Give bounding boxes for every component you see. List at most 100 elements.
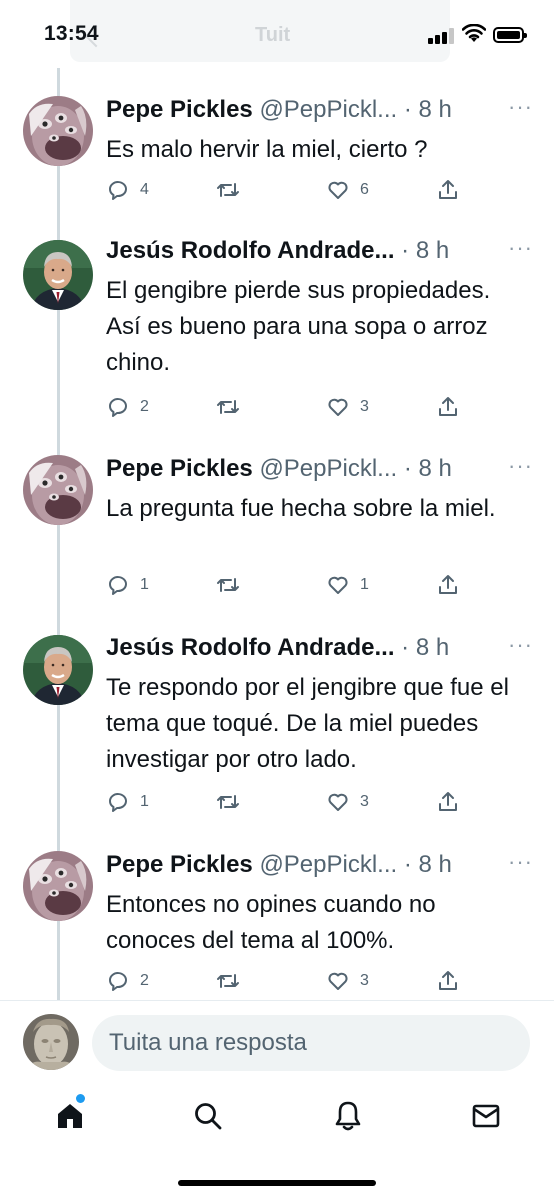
like-button[interactable]: 1 [326, 573, 369, 597]
more-icon[interactable]: ··· [508, 851, 533, 873]
reply-icon [109, 576, 127, 595]
share-icon [439, 575, 457, 594]
share-icon [439, 397, 457, 416]
tweet-actions: 1 1 [106, 573, 466, 599]
home-icon [58, 1104, 82, 1128]
share-icon [439, 180, 457, 199]
pepe-avatar[interactable] [23, 851, 93, 921]
handle: @PepPickl... [259, 851, 398, 878]
share-button[interactable] [436, 395, 460, 419]
like-count: 6 [360, 181, 369, 198]
retweet-icon [217, 183, 239, 197]
retweet-button[interactable] [216, 790, 240, 814]
bottom-tab-bar [0, 1086, 554, 1200]
display-name[interactable]: Jesús Rodolfo Andrade... [106, 237, 394, 264]
share-button[interactable] [436, 790, 460, 814]
handle: @PepPickl... [259, 455, 398, 482]
heart-icon [328, 793, 348, 811]
heart-icon [328, 576, 348, 594]
search-icon [195, 1103, 222, 1130]
reply-button[interactable]: 1 [106, 790, 149, 814]
reply-button[interactable]: 4 [106, 178, 149, 202]
tweet-text: Es malo hervir la miel, cierto ? [106, 136, 428, 163]
tab-home[interactable] [50, 1096, 90, 1136]
tweet-header: Jesús Rodolfo Andrade... · 8 h [106, 237, 526, 265]
tweet-text: Entonces no opines cuando no conoces del… [106, 891, 436, 954]
reply-count: 4 [140, 181, 149, 198]
home-indicator[interactable] [178, 1180, 376, 1186]
heart-icon [328, 972, 348, 990]
user-avatar[interactable] [23, 1014, 79, 1070]
more-icon[interactable]: ··· [508, 634, 533, 656]
display-name[interactable]: Pepe Pickles [106, 96, 253, 123]
timestamp[interactable]: · 8 h [404, 96, 452, 123]
tweet-header: Pepe Pickles @PepPickl... · 8 h [106, 96, 526, 124]
reply-count: 2 [140, 398, 149, 415]
retweet-icon [217, 578, 239, 592]
display-name[interactable]: Pepe Pickles [106, 455, 253, 482]
reply-icon [109, 398, 127, 417]
tweet-actions: 4 6 [106, 178, 466, 204]
share-button[interactable] [436, 969, 460, 993]
display-name[interactable]: Pepe Pickles [106, 851, 253, 878]
reply-button[interactable]: 2 [106, 395, 149, 419]
reply-count: 1 [140, 793, 149, 810]
retweet-button[interactable] [216, 395, 240, 419]
retweet-button[interactable] [216, 969, 240, 993]
like-button[interactable]: 3 [326, 395, 369, 419]
retweet-button[interactable] [216, 573, 240, 597]
tweet-actions: 2 3 [106, 969, 466, 995]
reply-count: 2 [140, 972, 149, 989]
clock: 13:54 [44, 22, 99, 45]
handle: @PepPickl... [259, 96, 398, 123]
pepe-avatar[interactable] [23, 96, 93, 166]
reply-count: 1 [140, 576, 149, 593]
new-content-indicator [76, 1094, 85, 1103]
reply-button[interactable]: 1 [106, 573, 149, 597]
tweet-text: Te respondo por el jengibre que fue el t… [106, 674, 509, 773]
retweet-icon [217, 795, 239, 809]
like-button[interactable]: 3 [326, 969, 369, 993]
header-title: Tuit [255, 24, 291, 46]
faded-header: Tuit [70, 0, 450, 62]
jesus-avatar[interactable] [23, 635, 93, 705]
share-button[interactable] [436, 573, 460, 597]
tab-notifications[interactable] [328, 1096, 368, 1136]
tab-search[interactable] [188, 1096, 228, 1136]
share-button[interactable] [436, 178, 460, 202]
retweet-button[interactable] [216, 178, 240, 202]
timestamp[interactable]: · 8 h [404, 455, 452, 482]
timestamp[interactable]: · 8 h [404, 851, 452, 878]
more-icon[interactable]: ··· [508, 96, 533, 118]
bell-icon [335, 1101, 361, 1131]
tweet-header: Jesús Rodolfo Andrade... · 8 h [106, 634, 526, 662]
tweet-actions: 1 3 [106, 790, 466, 816]
pepe-avatar[interactable] [23, 455, 93, 525]
timestamp[interactable]: · 8 h [401, 634, 449, 661]
like-button[interactable]: 6 [326, 178, 369, 202]
tab-messages[interactable] [466, 1096, 506, 1136]
jesus-avatar[interactable] [23, 240, 93, 310]
reply-input[interactable] [92, 1015, 530, 1071]
reply-icon [109, 972, 127, 991]
timestamp[interactable]: · 8 h [401, 237, 449, 264]
like-button[interactable]: 3 [326, 790, 369, 814]
signal-icon [428, 28, 456, 44]
like-count: 3 [360, 398, 369, 415]
like-count: 1 [360, 576, 369, 593]
more-icon[interactable]: ··· [508, 237, 533, 259]
reply-button[interactable]: 2 [106, 969, 149, 993]
share-icon [439, 792, 457, 811]
tweet-header: Pepe Pickles @PepPickl... · 8 h [106, 455, 526, 483]
heart-icon [328, 181, 348, 199]
reply-icon [109, 181, 127, 200]
more-icon[interactable]: ··· [508, 455, 533, 477]
tweet-text: La pregunta fue hecha sobre la miel. [106, 495, 496, 522]
reply-composer [0, 1000, 554, 1086]
heart-icon [328, 398, 348, 416]
wifi-icon [461, 23, 487, 44]
mail-icon [472, 1104, 500, 1128]
tweet-header: Pepe Pickles @PepPickl... · 8 h [106, 851, 526, 879]
retweet-icon [217, 974, 239, 988]
display-name[interactable]: Jesús Rodolfo Andrade... [106, 634, 394, 661]
